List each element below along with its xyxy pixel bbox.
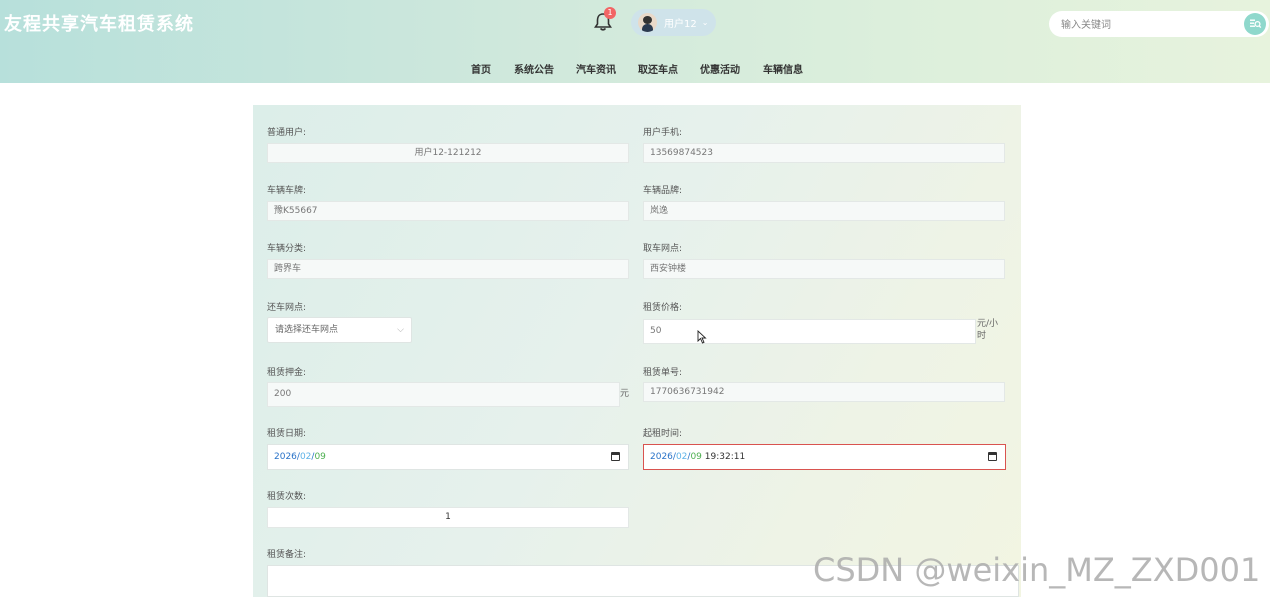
price-unit: 元/小时 xyxy=(977,319,999,341)
app-title: 友程共享汽车租赁系统 xyxy=(4,14,194,35)
return-point-select[interactable]: 请选择还车网点 ⌵ xyxy=(267,317,412,343)
avatar xyxy=(638,13,657,32)
return-point-placeholder: 请选择还车网点 xyxy=(275,325,339,335)
user-phone-field[interactable]: 13569874523 xyxy=(643,143,1005,163)
remark-label: 租赁备注: xyxy=(267,550,307,560)
watermark: CSDN @weixin_MZ_ZXD001 xyxy=(813,551,1261,589)
price-label: 租赁价格: xyxy=(643,303,683,313)
pickup-label: 取车网点: xyxy=(643,244,683,254)
chevron-down-icon: ⌄ xyxy=(701,18,709,27)
normal-user-field[interactable]: 用户12-121212 xyxy=(267,143,629,163)
brand-label: 车辆品牌: xyxy=(643,186,683,196)
deposit-label: 租赁押金: xyxy=(267,368,307,378)
nav-vehicle-info[interactable]: 车辆信息 xyxy=(763,61,803,76)
start-clock: 19:32:11 xyxy=(704,452,746,462)
nav-car-news[interactable]: 汽车资讯 xyxy=(576,61,616,76)
plate-label: 车辆车牌: xyxy=(267,186,307,196)
main-nav: 首页 系统公告 汽车资讯 取还车点 优惠活动 车辆信息 xyxy=(0,61,1270,76)
start-day: 09 xyxy=(690,452,702,462)
plate-field[interactable]: 豫K55667 xyxy=(267,201,629,221)
deposit-unit: 元 xyxy=(620,389,630,399)
start-year: 2026 xyxy=(650,452,673,462)
deposit-field[interactable]: 200 xyxy=(267,382,620,407)
date-year: 2026 xyxy=(274,452,297,462)
rental-times-field[interactable]: 1 xyxy=(267,507,629,528)
order-no-field[interactable]: 1770636731942 xyxy=(643,382,1005,402)
start-month: 02 xyxy=(675,452,688,462)
rental-date-label: 租赁日期: xyxy=(267,429,307,439)
calendar-icon[interactable] xyxy=(988,452,997,461)
user-phone-label: 用户手机: xyxy=(643,128,683,138)
nav-promotions[interactable]: 优惠活动 xyxy=(700,61,740,76)
category-field[interactable]: 跨界车 xyxy=(267,259,629,279)
notification-badge: 1 xyxy=(604,7,616,19)
return-point-label: 还车网点: xyxy=(267,303,307,313)
start-time-label: 起租时间: xyxy=(643,429,683,439)
nav-home[interactable]: 首页 xyxy=(471,61,491,76)
rental-times-label: 租赁次数: xyxy=(267,492,307,502)
top-header: 友程共享汽车租赁系统 1 用户12 ⌄ 首页 系统公告 汽车资讯 取还车点 优惠… xyxy=(0,0,1270,83)
normal-user-label: 普通用户: xyxy=(267,128,307,138)
date-month: 02 xyxy=(299,452,312,462)
date-day: 09 xyxy=(314,452,326,462)
order-no-label: 租赁单号: xyxy=(643,368,683,378)
nav-announcements[interactable]: 系统公告 xyxy=(514,61,554,76)
chevron-down-icon: ⌵ xyxy=(397,325,404,335)
brand-field[interactable]: 岚逸 xyxy=(643,201,1005,221)
calendar-icon[interactable] xyxy=(611,452,620,461)
pickup-field[interactable]: 西安钟楼 xyxy=(643,259,1005,279)
rental-date-input[interactable]: 2026/02/09 xyxy=(267,444,629,470)
start-time-input[interactable]: 2026/02/09 19:32:11 xyxy=(643,444,1006,470)
mouse-cursor-icon xyxy=(697,330,707,344)
user-menu[interactable]: 用户12 ⌄ xyxy=(631,9,716,36)
category-label: 车辆分类: xyxy=(267,244,307,254)
search-box xyxy=(1049,11,1269,37)
search-icon xyxy=(1250,19,1262,29)
nav-pickup-points[interactable]: 取还车点 xyxy=(638,61,678,76)
search-input[interactable] xyxy=(1059,14,1233,36)
price-field[interactable]: 50 xyxy=(643,319,976,344)
search-button[interactable] xyxy=(1244,13,1266,35)
user-name: 用户12 xyxy=(664,19,697,30)
